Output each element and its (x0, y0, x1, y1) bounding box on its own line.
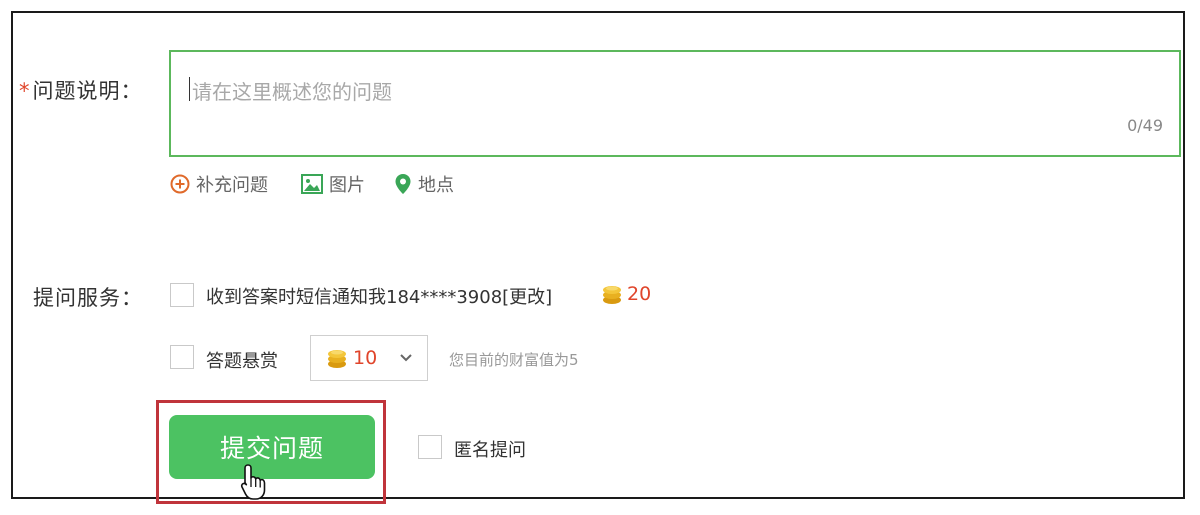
required-mark: * (19, 79, 31, 103)
sms-cost-value: 20 (627, 283, 652, 305)
location-pin-icon (395, 174, 411, 194)
service-label: 提问服务： (33, 286, 143, 310)
coin-icon (328, 350, 346, 368)
location-label: 地点 (418, 175, 454, 196)
supplement-question-link[interactable]: 补充问题 (170, 171, 268, 197)
image-icon (301, 174, 323, 194)
bounty-option-text: 答题悬赏 (206, 351, 278, 372)
text-caret (189, 77, 190, 101)
chevron-down-icon (400, 354, 412, 362)
anonymous-label: 匿名提问 (454, 440, 526, 461)
wealth-hint: 您目前的财富值为5 (449, 351, 579, 369)
sms-option-text: 收到答案时短信通知我184****3908[更改] (206, 287, 553, 308)
coin-icon (603, 286, 621, 304)
hand-cursor-icon (240, 464, 266, 500)
image-link[interactable]: 图片 (301, 171, 365, 197)
question-placeholder: 请在这里概述您的问题 (192, 80, 392, 104)
supplement-label: 补充问题 (196, 175, 268, 196)
sms-checkbox[interactable] (170, 283, 194, 307)
bounty-value: 10 (353, 347, 378, 369)
char-counter: 0/49 (1127, 116, 1163, 135)
plus-circle-icon (170, 174, 190, 194)
sms-cost: 20 (602, 283, 651, 305)
anonymous-checkbox[interactable] (418, 435, 442, 459)
question-label-wrap: *问题说明： (19, 75, 143, 105)
location-link[interactable]: 地点 (394, 171, 454, 197)
question-textarea[interactable]: 请在这里概述您的问题 0/49 (169, 50, 1181, 157)
question-label: 问题说明： (32, 79, 143, 103)
bounty-checkbox[interactable] (170, 345, 194, 369)
image-label: 图片 (329, 175, 365, 196)
form-frame: *问题说明： 请在这里概述您的问题 0/49 补充问题 图片 地点 提问服务： … (11, 11, 1185, 504)
submit-question-button[interactable]: 提交问题 (169, 415, 375, 479)
bounty-select[interactable]: 10 (310, 335, 428, 381)
